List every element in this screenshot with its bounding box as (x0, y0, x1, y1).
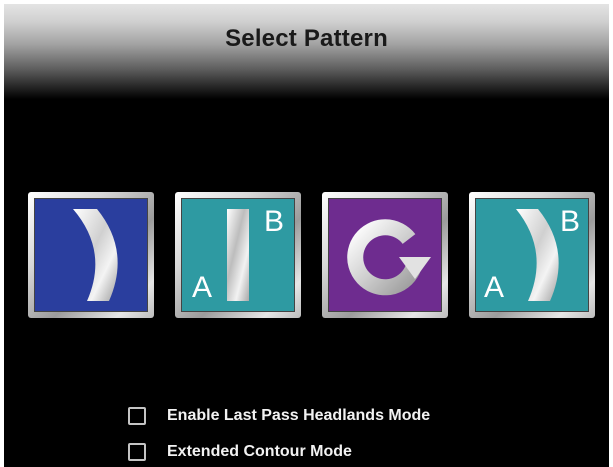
last-pass-headlands-checkbox[interactable] (128, 407, 146, 425)
curved-swath-icon (73, 209, 118, 301)
page-title: Select Pattern (225, 25, 388, 52)
pattern-face (34, 198, 148, 312)
pattern-button-contour[interactable] (28, 192, 154, 318)
point-b-label: B (263, 205, 284, 238)
point-b-label: B (559, 205, 580, 238)
last-pass-headlands-label: Enable Last Pass Headlands Mode (167, 407, 431, 424)
options-list: Enable Last Pass Headlands Mode Extended… (128, 398, 430, 467)
pattern-face: A B (475, 198, 589, 312)
point-a-label: A (192, 271, 213, 304)
pattern-button-pivot[interactable] (322, 192, 448, 318)
pattern-face (328, 198, 442, 312)
extended-contour-label: Extended Contour Mode (167, 443, 352, 460)
pattern-button-curved-ab[interactable]: A B (469, 192, 595, 318)
pattern-select-screen: Select Pattern A B A B Enable Last Pass … (4, 4, 609, 467)
header-bar: Select Pattern (4, 4, 609, 99)
option-extended-contour[interactable]: Extended Contour Mode (128, 434, 430, 467)
point-a-label: A (484, 271, 505, 304)
circular-arrow-icon (347, 219, 431, 296)
pattern-face: A B (181, 198, 295, 312)
option-last-pass-headlands[interactable]: Enable Last Pass Headlands Mode (128, 398, 430, 434)
pattern-button-straight-ab[interactable]: A B (175, 192, 301, 318)
extended-contour-checkbox[interactable] (128, 443, 146, 461)
